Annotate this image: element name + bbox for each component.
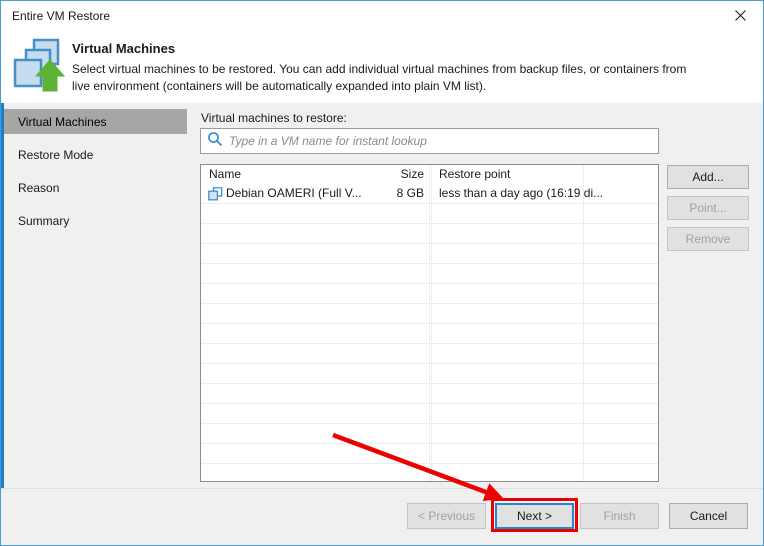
sidebar-item-label: Reason xyxy=(18,180,60,195)
sidebar-item-summary[interactable]: Summary xyxy=(4,208,187,233)
grid-row-divider xyxy=(201,263,658,264)
dialog-body: Virtual Machines Restore Mode Reason Sum… xyxy=(1,103,763,488)
search-icon xyxy=(207,131,223,152)
finish-button-label: Finish xyxy=(603,509,636,523)
grid-row-divider xyxy=(201,303,658,304)
table-grid: Debian OAMERI (Full V... 8 GB less than … xyxy=(201,165,658,481)
grid-row-divider xyxy=(201,323,658,324)
window-title: Entire VM Restore xyxy=(12,9,111,23)
cell-vm-name: Debian OAMERI (Full V... xyxy=(226,186,362,200)
virtual-machines-restore-icon xyxy=(12,38,70,94)
add-button[interactable]: Add... xyxy=(667,165,749,189)
cell-vm-restore-point: less than a day ago (16:19 di... xyxy=(439,186,604,200)
cancel-button[interactable]: Cancel xyxy=(669,503,748,529)
grid-row-divider xyxy=(201,243,658,244)
column-header-restore-point[interactable]: Restore point xyxy=(439,167,510,181)
remove-button[interactable]: Remove xyxy=(667,227,749,251)
sidebar-item-virtual-machines[interactable]: Virtual Machines xyxy=(4,109,187,134)
title-bar: Entire VM Restore xyxy=(1,1,763,31)
next-button[interactable]: Next > xyxy=(495,503,574,529)
vm-list-label: Virtual machines to restore: xyxy=(201,111,347,125)
previous-button-label: < Previous xyxy=(417,509,476,523)
grid-row-divider xyxy=(201,403,658,404)
grid-row-divider xyxy=(201,383,658,384)
cancel-button-label: Cancel xyxy=(689,509,728,523)
grid-row-divider xyxy=(201,223,658,224)
close-icon[interactable] xyxy=(718,1,763,30)
dialog-header: Virtual Machines Select virtual machines… xyxy=(1,31,763,103)
grid-row-divider xyxy=(201,343,658,344)
vm-table[interactable]: Name Size Restore point Debian OAMERI (F… xyxy=(200,164,659,482)
sidebar-item-restore-mode[interactable]: Restore Mode xyxy=(4,142,187,167)
vm-icon xyxy=(208,187,223,206)
content-panel: Virtual machines to restore: Type in a V… xyxy=(187,103,763,488)
search-input[interactable]: Type in a VM name for instant lookup xyxy=(200,128,659,154)
point-button[interactable]: Point... xyxy=(667,196,749,220)
sidebar-item-reason[interactable]: Reason xyxy=(4,175,187,200)
page-title: Virtual Machines xyxy=(72,41,176,56)
list-action-buttons: Add... Point... Remove xyxy=(667,165,749,258)
remove-button-label: Remove xyxy=(685,232,731,246)
add-button-label: Add... xyxy=(692,170,724,184)
grid-row-divider xyxy=(201,363,658,364)
entire-vm-restore-dialog: Entire VM Restore Virtual Machines Selec… xyxy=(0,0,764,546)
page-description: Select virtual machines to be restored. … xyxy=(72,62,687,93)
grid-row-divider xyxy=(201,283,658,284)
previous-button[interactable]: < Previous xyxy=(407,503,486,529)
grid-row-divider xyxy=(201,423,658,424)
next-button-label: Next > xyxy=(516,509,552,523)
wizard-steps-sidebar: Virtual Machines Restore Mode Reason Sum… xyxy=(1,103,187,488)
column-header-size[interactable]: Size xyxy=(356,167,424,181)
search-placeholder: Type in a VM name for instant lookup xyxy=(229,134,427,148)
sidebar-item-label: Summary xyxy=(18,213,70,228)
column-header-name[interactable]: Name xyxy=(209,167,241,181)
sidebar-item-label: Virtual Machines xyxy=(18,114,107,129)
grid-row-divider xyxy=(201,443,658,444)
dialog-footer: < Previous Next > Finish Cancel xyxy=(1,488,763,545)
table-row[interactable]: Debian OAMERI (Full V... 8 GB less than … xyxy=(201,184,658,204)
grid-row-divider xyxy=(201,463,658,464)
point-button-label: Point... xyxy=(689,201,727,215)
finish-button[interactable]: Finish xyxy=(580,503,659,529)
cell-vm-size: 8 GB xyxy=(396,186,424,200)
sidebar-item-label: Restore Mode xyxy=(18,147,94,162)
